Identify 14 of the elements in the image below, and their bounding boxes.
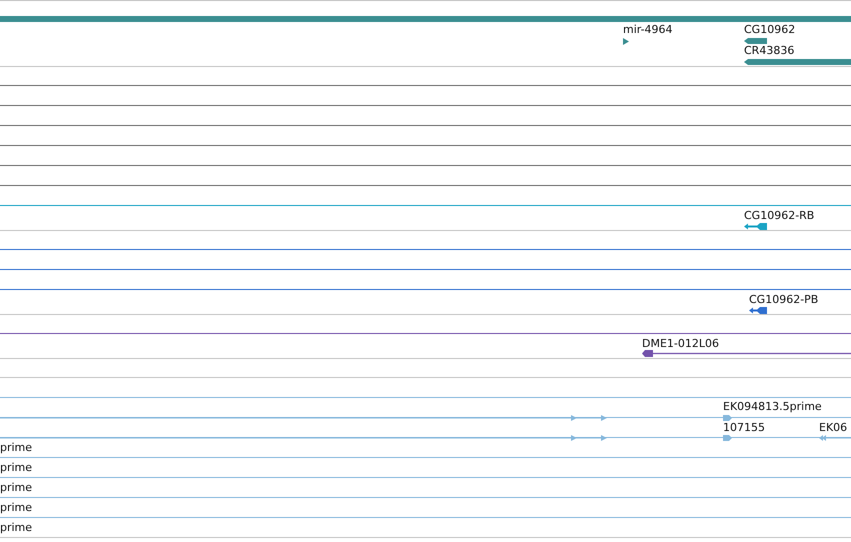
feature-label: mir-4964 xyxy=(623,23,673,36)
feature-label: prime xyxy=(0,521,32,534)
feature-label: CR43836 xyxy=(744,44,794,57)
feature-label: DME1-012L06 xyxy=(642,337,719,350)
feature-label: CG10962-RB xyxy=(744,209,814,222)
feature-label: prime xyxy=(0,501,32,514)
feature-label: prime xyxy=(0,461,32,474)
feature-label: EK06 xyxy=(819,421,848,434)
feature-label: 107155 xyxy=(723,421,765,434)
feature-label: EK094813.5prime xyxy=(723,400,822,413)
feature-label: CG10962 xyxy=(744,23,796,36)
feature-label: CG10962-PB xyxy=(749,293,818,306)
feature-label: prime xyxy=(0,481,32,494)
feature-label: prime xyxy=(0,441,32,454)
